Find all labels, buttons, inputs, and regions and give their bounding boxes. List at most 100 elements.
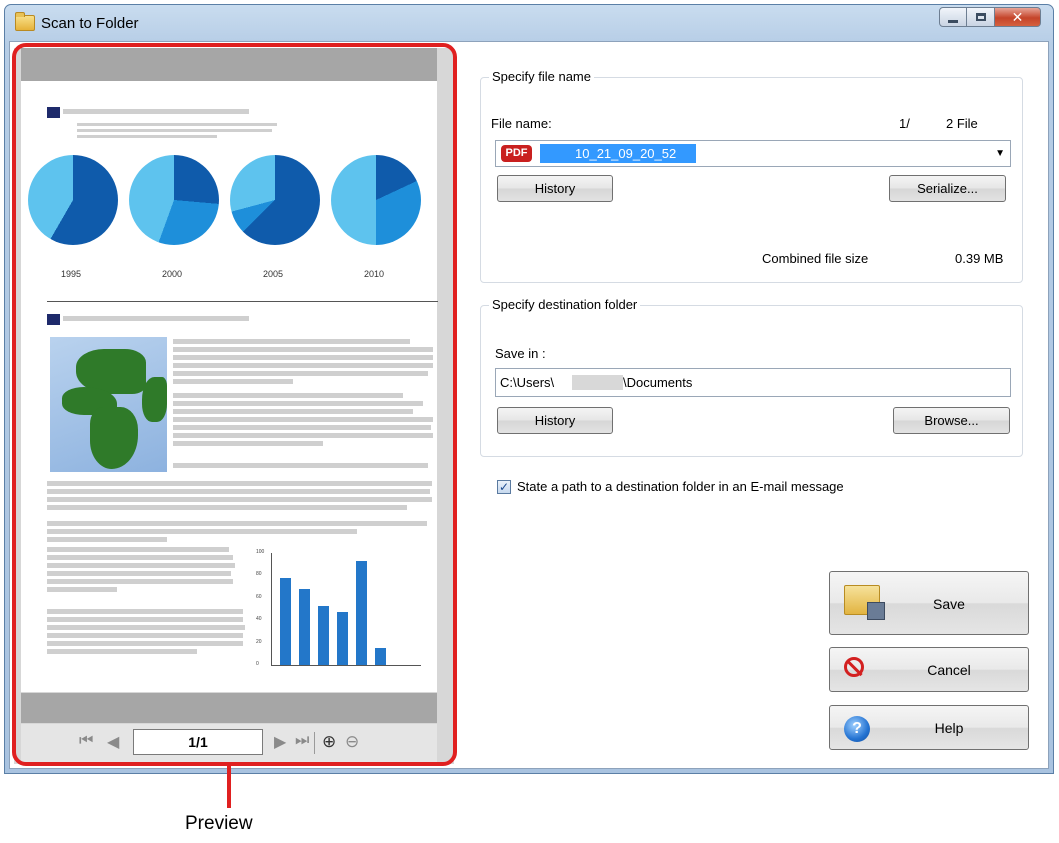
- chevron-down-icon[interactable]: ▼: [995, 148, 1005, 159]
- pie-year-label: 1995: [61, 269, 82, 279]
- doc-text-line: [173, 347, 433, 352]
- doc-text-line: [47, 609, 243, 614]
- preview-callout-label: Preview: [185, 813, 253, 834]
- bar-chart-bar: [337, 612, 348, 665]
- file-name-history-button[interactable]: History: [497, 175, 613, 202]
- preview-navigation-bar: ⏮ ◀ 1/1 ▶ ⏭ ⊕ ⊖: [21, 724, 437, 762]
- previous-page-icon[interactable]: ◀: [107, 732, 119, 752]
- bar-chart-tick-label: 100: [256, 549, 265, 555]
- path-prefix: C:\Users\: [500, 375, 555, 390]
- pie-chart-2000: [129, 155, 219, 245]
- destination-history-button[interactable]: History: [497, 407, 613, 434]
- doc-text-line: [173, 441, 323, 446]
- doc-bullet: [47, 314, 60, 325]
- save-button[interactable]: Save: [829, 571, 1029, 635]
- bar-chart-bar: [318, 606, 329, 665]
- bar-chart-y-axis: [271, 553, 272, 665]
- title-bar[interactable]: Scan to Folder ✕: [5, 5, 1053, 41]
- doc-text-line: [173, 379, 293, 384]
- doc-text-line: [63, 316, 249, 321]
- combined-size-value: 0.39 MB: [955, 251, 1004, 266]
- redacted-username: [572, 375, 623, 390]
- pie-chart-2010: [331, 155, 421, 245]
- pie-chart-2005: [230, 155, 320, 245]
- world-map-image: [50, 337, 167, 472]
- doc-text-line: [47, 555, 233, 560]
- doc-text-line: [77, 129, 272, 132]
- cancel-button-label: Cancel: [927, 662, 971, 678]
- callout-line: [227, 766, 231, 808]
- bar-chart-bar: [280, 578, 291, 665]
- maximize-button[interactable]: [967, 7, 995, 27]
- pie-year-label: 2000: [162, 269, 183, 279]
- bar-chart-bar: [299, 589, 310, 665]
- help-button-label: Help: [934, 720, 964, 736]
- doc-text-line: [47, 617, 243, 622]
- doc-text-line: [173, 409, 413, 414]
- save-in-path-field[interactable]: C:\Users\ \Documents: [495, 368, 1011, 397]
- help-button[interactable]: ? Help: [829, 705, 1029, 750]
- doc-text-line: [47, 521, 427, 526]
- first-page-icon[interactable]: ⏮: [79, 732, 93, 750]
- destination-group-legend: Specify destination folder: [489, 297, 641, 312]
- pdf-icon: PDF: [501, 145, 532, 162]
- preview-top-margin: [21, 48, 437, 81]
- doc-text-line: [63, 109, 249, 114]
- doc-text-line: [47, 563, 235, 568]
- doc-text-line: [77, 123, 277, 126]
- folder-icon: [15, 12, 35, 31]
- bar-chart-tick-label: 80: [256, 571, 262, 578]
- bar-chart-tick-label: 20: [256, 638, 262, 645]
- doc-text-line: [173, 417, 433, 422]
- last-page-icon[interactable]: ⏭: [295, 732, 309, 750]
- file-counter: 1/: [899, 116, 910, 131]
- doc-text-line: [173, 425, 431, 430]
- pie-year-label: 2010: [364, 269, 385, 279]
- file-name-label: File name:: [491, 116, 552, 131]
- minimize-button[interactable]: [939, 7, 967, 27]
- bar-chart-tick-label: 60: [256, 593, 262, 600]
- doc-text-line: [173, 401, 423, 406]
- doc-text-line: [77, 135, 217, 138]
- doc-text-line: [47, 649, 197, 654]
- page-number-field[interactable]: 1/1: [133, 729, 263, 755]
- file-name-value[interactable]: 10_21_09_20_52: [540, 144, 696, 163]
- maximize-icon: [975, 13, 986, 21]
- doc-text-line: [47, 505, 407, 510]
- window-controls: ✕: [939, 7, 1041, 29]
- close-icon: ✕: [1011, 8, 1024, 25]
- toolbar-separator: [314, 732, 315, 754]
- bar-chart-x-axis: [271, 665, 421, 666]
- bar-chart-tick-label: 0: [256, 661, 259, 667]
- doc-text-line: [47, 547, 229, 552]
- doc-text-line: [47, 537, 167, 542]
- cancel-button[interactable]: Cancel: [829, 647, 1029, 692]
- window-title: Scan to Folder: [41, 15, 139, 32]
- preview-bottom-margin: [21, 693, 437, 723]
- zoom-in-icon[interactable]: ⊕: [322, 732, 336, 752]
- bar-chart-tick-label: 40: [256, 616, 262, 623]
- serialize-button[interactable]: Serialize...: [889, 175, 1006, 202]
- doc-text-line: [173, 371, 428, 376]
- doc-text-line: [47, 587, 117, 592]
- doc-text-line: [173, 363, 433, 368]
- file-name-combobox[interactable]: PDF 10_21_09_20_52 ▼: [495, 140, 1011, 167]
- map-land: [142, 377, 167, 422]
- minimize-icon: [948, 19, 958, 23]
- pie-chart-1995: [28, 155, 118, 245]
- bar-chart-bar: [375, 648, 386, 665]
- browse-button[interactable]: Browse...: [893, 407, 1010, 434]
- zoom-out-icon[interactable]: ⊖: [345, 732, 359, 752]
- doc-text-line: [173, 393, 403, 398]
- doc-text-line: [173, 339, 410, 344]
- doc-text-line: [47, 625, 245, 630]
- email-path-checkbox[interactable]: ✓: [497, 480, 511, 494]
- close-button[interactable]: ✕: [995, 7, 1041, 27]
- next-page-icon[interactable]: ▶: [274, 732, 286, 752]
- doc-text-line: [173, 463, 428, 468]
- bar-chart-bar: [356, 561, 367, 665]
- pie-year-label: 2005: [263, 269, 284, 279]
- email-path-label[interactable]: State a path to a destination folder in …: [517, 479, 844, 494]
- doc-text-line: [47, 481, 432, 486]
- doc-divider: [47, 301, 438, 302]
